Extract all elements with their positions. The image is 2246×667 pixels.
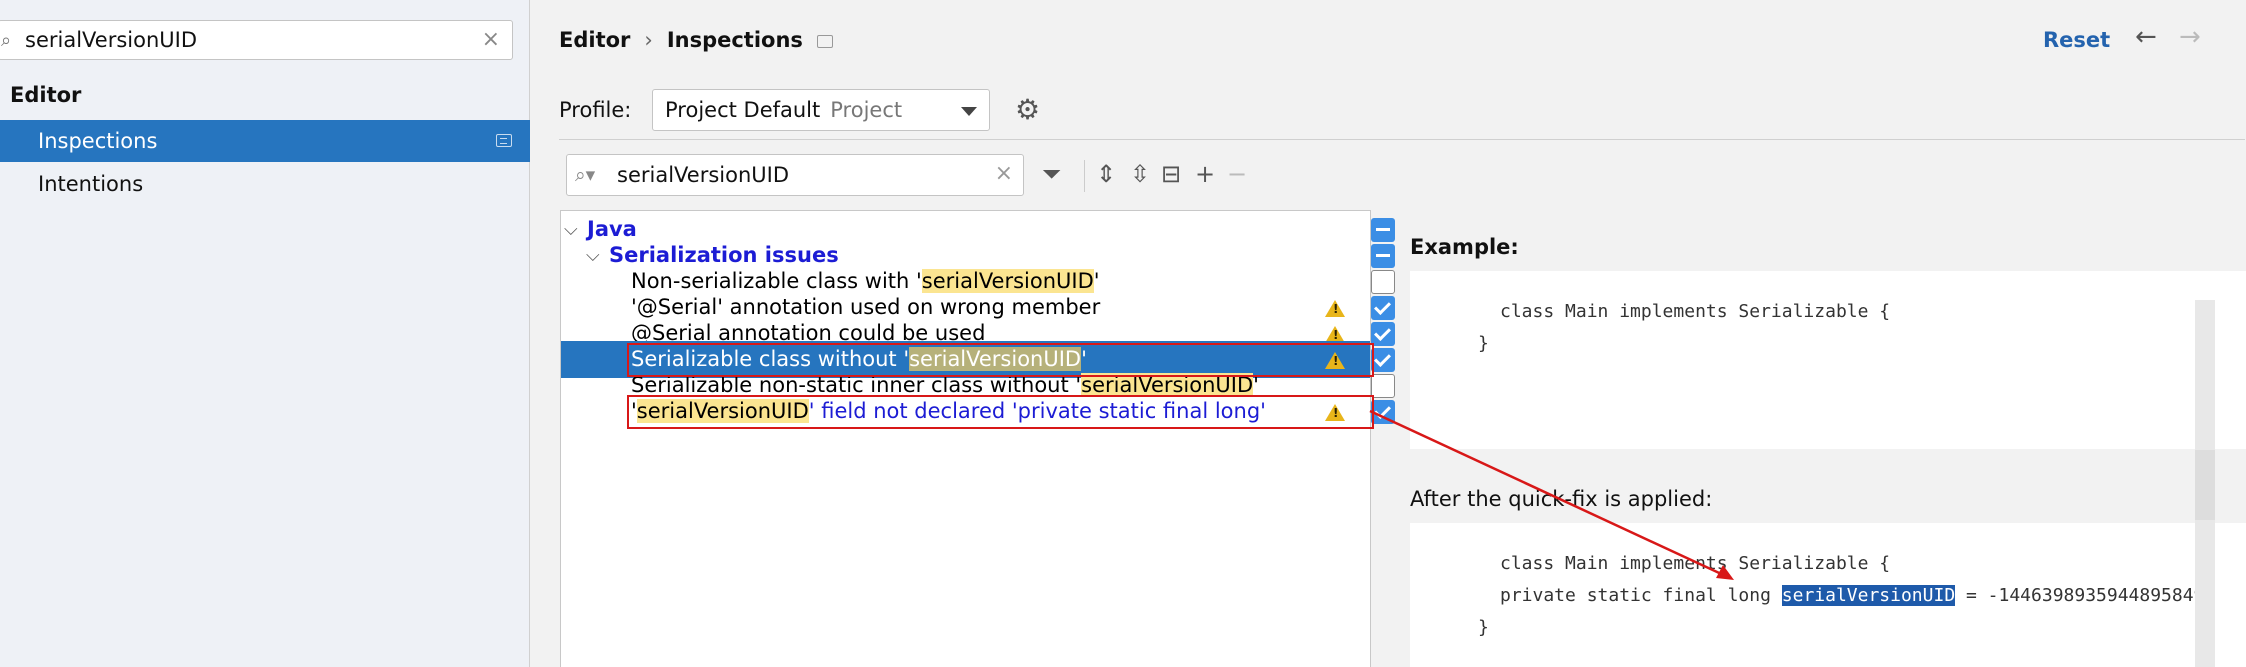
- group-checkbox-serialization[interactable]: [1371, 244, 1395, 268]
- chevron-down-icon: [961, 107, 977, 116]
- breadcrumb: Editor › Inspections: [559, 28, 833, 52]
- inspection-checkbox[interactable]: [1371, 400, 1395, 424]
- project-scope-icon: [816, 34, 833, 48]
- inspection-checkbox[interactable]: [1371, 322, 1395, 346]
- toolbar-divider: [1084, 160, 1085, 192]
- code-line: }: [1478, 333, 1489, 354]
- code-text: private static final long: [1500, 585, 1782, 606]
- search-icon: ⌕▾: [575, 164, 596, 186]
- sidebar-section-editor[interactable]: Editor: [10, 83, 81, 107]
- back-arrow-icon[interactable]: ←: [2135, 22, 2157, 52]
- search-icon: ⌕: [1, 30, 12, 51]
- example-code: class Main implements Serializable { }: [1410, 271, 2246, 449]
- breadcrumb-editor[interactable]: Editor: [559, 28, 630, 52]
- code-selection: serialVersionUID: [1781, 585, 1956, 606]
- settings-window: ⌕ serialVersionUID × Editor Inspections …: [0, 0, 2246, 667]
- inspections-panel: Editor › Inspections Reset ← → Profile: Pr…: [531, 0, 2246, 667]
- after-fix-code: class Main implements Serializable { pri…: [1410, 523, 2246, 667]
- breadcrumb-separator: ›: [644, 28, 653, 52]
- inspection-checkbox[interactable]: [1371, 374, 1395, 398]
- example-label: Example:: [1410, 235, 1519, 259]
- code-line: }: [1478, 617, 1489, 638]
- group-checkbox-java[interactable]: [1371, 218, 1395, 242]
- divider: [559, 139, 2245, 140]
- code-line: class Main implements Serializable {: [1500, 553, 1891, 574]
- gear-icon[interactable]: ⚙: [1015, 93, 1040, 126]
- code-text: = -1446398935944895849: [1955, 585, 2205, 606]
- scrollbar-thumb[interactable]: [2195, 450, 2215, 520]
- settings-search-value: serialVersionUID: [25, 28, 197, 52]
- sidebar-item-inspections[interactable]: Inspections: [0, 120, 530, 162]
- profile-select[interactable]: Project Default Project: [652, 89, 990, 131]
- inspection-search-input[interactable]: ⌕▾ serialVersionUID ×: [566, 154, 1024, 196]
- settings-search-input[interactable]: ⌕ serialVersionUID ×: [0, 20, 513, 60]
- settings-sidebar: ⌕ serialVersionUID × Editor Inspections …: [0, 0, 530, 667]
- inspection-tree: ⌵ Java ⌵ Serialization issues Non-serial…: [560, 210, 1395, 667]
- sidebar-item-label: Inspections: [38, 129, 158, 153]
- project-scope-icon: [496, 134, 512, 147]
- collapse-all-icon[interactable]: ⇳: [1130, 160, 1150, 188]
- code-line: class Main implements Serializable {: [1500, 301, 1891, 322]
- inspection-search-value: serialVersionUID: [617, 163, 789, 187]
- profile-name: Project Default: [665, 98, 821, 122]
- breadcrumb-inspections: Inspections: [666, 28, 803, 52]
- profile-value: Project Default Project: [665, 98, 902, 122]
- after-fix-label: After the quick-fix is applied:: [1410, 487, 1713, 511]
- sidebar-item-intentions[interactable]: Intentions: [0, 163, 530, 205]
- annotation-box: [627, 395, 1374, 429]
- forward-arrow-icon[interactable]: →: [2179, 22, 2201, 52]
- inspection-checkbox[interactable]: [1371, 270, 1395, 294]
- clear-search-icon[interactable]: ×: [482, 27, 500, 52]
- profile-label: Profile:: [559, 98, 632, 122]
- code-line: private static final long serialVersionU…: [1500, 585, 2204, 606]
- filter-icon[interactable]: ⏷: [1042, 160, 1061, 188]
- add-icon[interactable]: +: [1195, 160, 1215, 188]
- annotation-box: [627, 343, 1374, 377]
- profile-scope: Project: [830, 98, 903, 122]
- sidebar-item-label: Intentions: [38, 172, 144, 196]
- remove-icon[interactable]: −: [1227, 160, 1247, 188]
- inspection-checkbox[interactable]: [1371, 296, 1395, 320]
- reset-link[interactable]: Reset: [2043, 28, 2110, 52]
- clear-search-icon[interactable]: ×: [995, 161, 1013, 186]
- reset-to-empty-icon[interactable]: ⊟: [1161, 160, 1181, 188]
- inspection-checkbox[interactable]: [1371, 348, 1395, 372]
- expand-all-icon[interactable]: ⇕: [1096, 160, 1116, 188]
